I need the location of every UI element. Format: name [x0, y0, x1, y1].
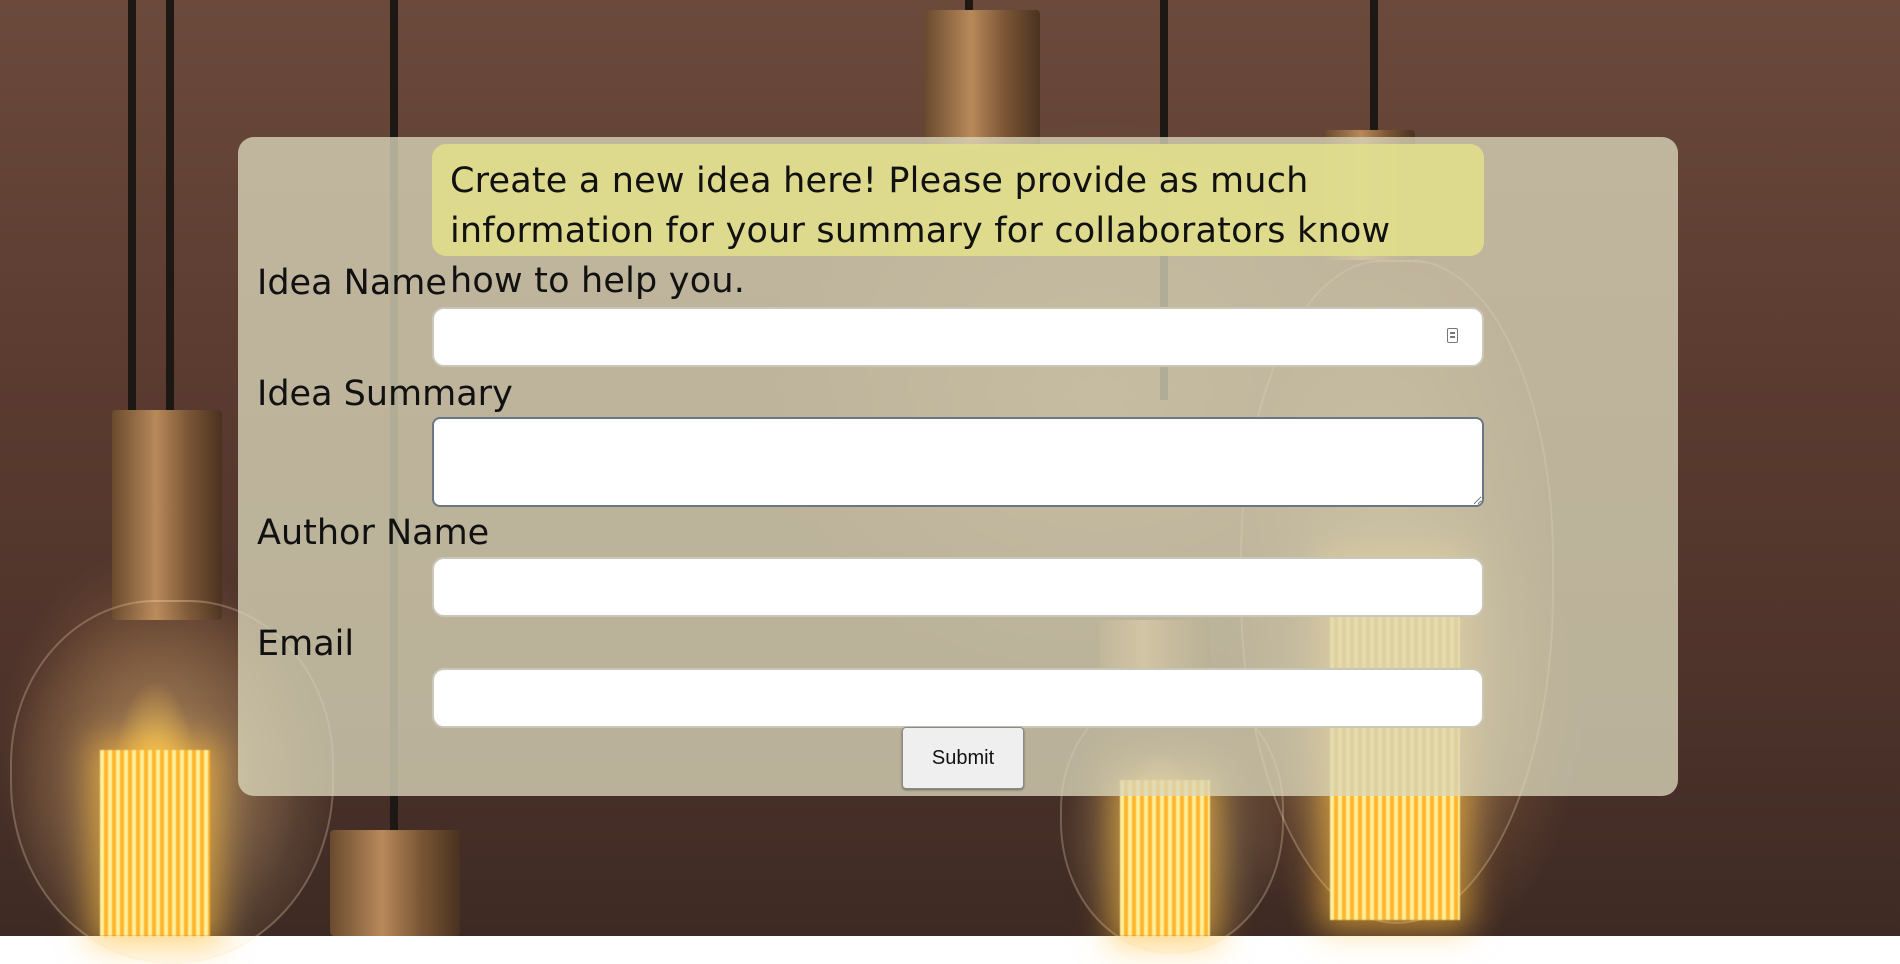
bulb-socket [925, 10, 1040, 150]
bulb-cord [1370, 0, 1378, 130]
author-name-label: Author Name [257, 513, 490, 553]
idea-name-label: Idea Name [257, 263, 447, 303]
bulb-cord [128, 0, 136, 420]
submit-button[interactable]: Submit [902, 727, 1024, 789]
autofill-contact-icon[interactable] [1447, 328, 1458, 343]
bulb-filament [1120, 780, 1210, 936]
email-label: Email [257, 624, 355, 664]
idea-name-input[interactable] [432, 307, 1484, 367]
bulb-socket [112, 410, 222, 620]
bulb-filament [100, 750, 210, 936]
author-name-input[interactable] [432, 557, 1484, 617]
email-input[interactable] [432, 668, 1484, 728]
bulb-socket [330, 830, 460, 936]
idea-summary-label: Idea Summary [257, 374, 513, 414]
intro-message: Create a new idea here! Please provide a… [432, 144, 1484, 301]
idea-summary-textarea[interactable] [432, 417, 1484, 507]
bulb-cord [166, 0, 174, 420]
